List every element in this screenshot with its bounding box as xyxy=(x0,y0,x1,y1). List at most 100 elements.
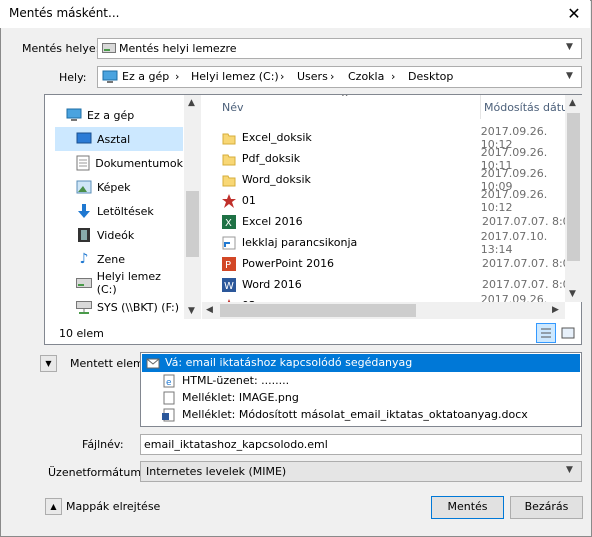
file-date: 2017.07.07. 8:01 xyxy=(482,215,577,228)
format-select[interactable]: Internetes levelek (MIME) ▼ xyxy=(140,461,582,482)
crumb-users[interactable]: Users xyxy=(297,70,328,83)
crumb-czokla[interactable]: Czokla xyxy=(348,70,384,83)
nav-scrollbar[interactable]: ▲ ▼ xyxy=(184,95,201,319)
expand-button[interactable]: ▼ xyxy=(40,355,57,372)
close-dialog-button[interactable]: Bezárás xyxy=(510,496,583,519)
format-label: Üzenetformátum: xyxy=(48,466,145,479)
scroll-up-icon[interactable]: ▲ xyxy=(569,98,576,108)
file-name: Excel_doksik xyxy=(241,131,312,144)
tiles-view-button[interactable] xyxy=(559,324,577,342)
nav-label: Zene xyxy=(97,252,126,266)
drive-icon xyxy=(75,275,93,291)
nav-label: Helyi lemez (C:) xyxy=(96,270,161,296)
scroll-down-icon[interactable]: ▼ xyxy=(569,289,576,299)
chevron-down-icon[interactable]: ▼ xyxy=(566,71,573,81)
crumb-desktop[interactable]: Desktop xyxy=(408,70,453,83)
drive-icon xyxy=(102,42,116,54)
navigation-pane: Ez a gép Asztal Dokumentumok Képek Letöl… xyxy=(55,103,183,319)
hide-folders-label[interactable]: Mappák elrejtése xyxy=(66,500,160,513)
nav-label: Asztal xyxy=(97,132,131,146)
music-icon: ♪ xyxy=(79,251,89,267)
nav-item-documents[interactable]: Dokumentumok xyxy=(55,151,183,175)
scroll-down-icon[interactable]: ▼ xyxy=(188,306,195,316)
hide-folders-toggle[interactable]: ▲ xyxy=(45,498,62,515)
file-date: 2017.07.07. 8:01 xyxy=(482,278,577,291)
sort-up-icon: ^ xyxy=(341,95,349,103)
saved-item-tree[interactable]: Vá: email iktatáshoz kapcsolódó segédany… xyxy=(140,352,582,427)
desktop-icon xyxy=(75,131,93,147)
network-drive-icon xyxy=(75,299,93,315)
details-view-icon xyxy=(541,328,551,338)
app-icon xyxy=(222,193,242,208)
file-row[interactable]: 01 2017.09.26. 10:12 xyxy=(202,188,582,214)
nav-item-music[interactable]: ♪ Zene xyxy=(55,247,183,271)
saved-item-text: Melléklet: Módosított másolat_email_ikta… xyxy=(182,408,528,421)
crumb-this-pc[interactable]: Ez a gép xyxy=(122,70,169,83)
pictures-icon xyxy=(75,179,93,195)
column-header-date[interactable]: Módosítás dátu xyxy=(484,101,568,114)
crumb-sep: › xyxy=(280,70,285,83)
folder-icon xyxy=(222,173,242,187)
nav-item-pictures[interactable]: Képek xyxy=(55,175,183,199)
file-row[interactable]: Iekklaj parancsikonja 2017.07.10. 13:14 xyxy=(202,230,582,256)
file-name: PowerPoint 2016 xyxy=(242,257,335,270)
file-row[interactable]: P PowerPoint 2016 2017.07.07. 8:01 xyxy=(202,253,582,274)
nav-item-this-pc[interactable]: Ez a gép xyxy=(55,103,183,127)
file-name: 01 xyxy=(241,194,256,207)
close-button[interactable]: ✕ xyxy=(562,2,586,26)
column-header-name[interactable]: Név xyxy=(222,101,244,114)
nav-label: Képek xyxy=(97,180,131,194)
save-location-select[interactable]: Mentés helyi lemezre ▼ xyxy=(97,38,582,59)
address-bar[interactable]: Ez a gép › Helyi lemez (C:) › Users › Cz… xyxy=(97,66,582,88)
scroll-right-icon[interactable]: ▶ xyxy=(552,305,559,315)
chevron-down-icon: ▼ xyxy=(566,465,573,475)
crumb-local-disk[interactable]: Helyi lemez (C:) xyxy=(191,70,279,83)
email-icon xyxy=(146,356,160,373)
filename-label: Fájlnév: xyxy=(82,438,124,451)
scroll-left-icon[interactable]: ◀ xyxy=(206,305,213,315)
scroll-up-icon[interactable]: ▲ xyxy=(188,98,195,108)
item-count: 10 elem xyxy=(59,327,104,340)
format-value: Internetes levelek (MIME) xyxy=(146,465,287,478)
nav-label: Dokumentumok xyxy=(95,156,183,170)
scroll-thumb[interactable] xyxy=(220,304,416,317)
nav-item-downloads[interactable]: Letöltések xyxy=(55,199,183,223)
file-rows: Excel_doksik 2017.09.26. 10:12 Pdf_doksik… xyxy=(202,125,582,319)
nav-label: Letöltések xyxy=(97,204,154,218)
file-name: Word 2016 xyxy=(242,278,302,291)
tiles-view-icon xyxy=(561,327,575,339)
nav-label: Ez a gép xyxy=(87,108,135,122)
file-browser: Ez a gép Asztal Dokumentumok Képek Letöl… xyxy=(44,94,582,345)
file-list: Név ^ Módosítás dátu Excel_doksik 2017.09… xyxy=(202,95,582,319)
details-view-button[interactable] xyxy=(536,323,556,343)
file-name: Pdf_doksik xyxy=(241,152,301,165)
powerpoint-icon: P xyxy=(222,256,242,271)
file-vscrollbar[interactable]: ▲ ▼ xyxy=(565,95,582,302)
scroll-thumb[interactable] xyxy=(567,113,580,261)
scroll-thumb[interactable] xyxy=(186,191,199,257)
file-hscrollbar[interactable]: ◀ ▶ xyxy=(202,302,565,319)
svg-text:X: X xyxy=(225,218,232,229)
word-document-icon xyxy=(162,408,176,425)
save-location-label: Mentés helye: xyxy=(22,42,100,55)
folder-icon xyxy=(222,131,242,145)
shortcut-icon xyxy=(222,236,242,250)
svg-text:e: e xyxy=(166,378,172,388)
save-button[interactable]: Mentés xyxy=(431,496,504,519)
crumb-sep: › xyxy=(330,70,335,83)
file-name: Excel 2016 xyxy=(242,215,303,228)
save-location-value: Mentés helyi lemezre xyxy=(119,42,237,55)
nav-item-local-disk[interactable]: Helyi lemez (C:) xyxy=(55,270,183,296)
file-date: 2017.07.07. 8:01 xyxy=(482,257,577,270)
nav-item-videos[interactable]: Videók xyxy=(55,223,183,247)
folder-icon xyxy=(222,152,242,166)
filename-input[interactable]: email_iktatashoz_kapcsolodo.eml xyxy=(140,434,582,455)
saved-item-text: Vá: email iktatáshoz kapcsolódó segédany… xyxy=(165,356,413,369)
window-title: Mentés másként... xyxy=(9,6,120,20)
chevron-down-icon: ▼ xyxy=(566,42,573,52)
file-name: Iekklaj parancsikonja xyxy=(241,236,358,249)
computer-icon xyxy=(65,107,83,123)
nav-item-desktop[interactable]: Asztal xyxy=(55,127,183,151)
nav-item-network-drive[interactable]: SYS (\\BKT) (F:) xyxy=(55,295,183,319)
nav-label: Videók xyxy=(97,228,135,242)
